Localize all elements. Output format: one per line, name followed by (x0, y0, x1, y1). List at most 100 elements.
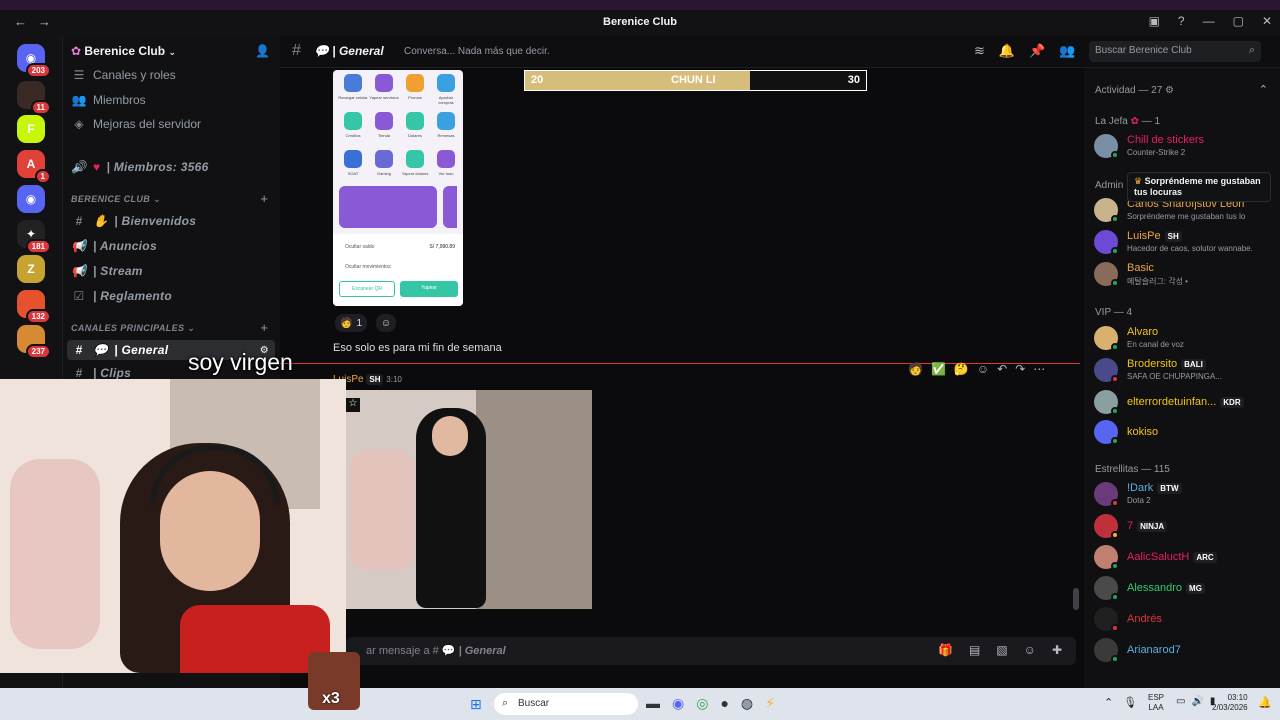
chat-scrollbar[interactable] (1073, 588, 1079, 610)
maximize-button[interactable]: ▢ (1233, 14, 1244, 28)
server-icon-server-8[interactable]: 132 (17, 290, 51, 324)
clock[interactable]: 03:10 2/03/2026 (1212, 693, 1248, 713)
threads-icon[interactable]: ≋ (974, 43, 985, 59)
reaction-emoji-icon[interactable]: 🧑 (908, 362, 923, 376)
hash-icon: # (75, 214, 83, 228)
server-icon-server-6[interactable]: ✦ 181 (17, 220, 51, 254)
channel-stream[interactable]: 📢 | Stream (71, 264, 143, 278)
member-count-channel[interactable]: 🔊 ♥ | Miembros: 3566 (71, 160, 209, 174)
server-icon-discord-home[interactable]: ◉ 203 (17, 44, 51, 78)
apps-icon[interactable]: ✚ (1052, 643, 1062, 657)
gift-icon[interactable]: 🎁 (938, 643, 953, 657)
minimize-button[interactable]: — (1203, 14, 1215, 28)
bell-icon[interactable]: 🔔 (999, 43, 1015, 59)
language-indicator[interactable]: ESP LAA (1148, 693, 1164, 713)
member-item[interactable]: elterrordetuinfan... KDR (1093, 388, 1277, 418)
server-icon-server-3[interactable]: F (17, 115, 45, 143)
app-icon (344, 74, 362, 92)
member-item[interactable]: Brodersito BALI SAFA OE CHUPAPINGA... (1093, 356, 1277, 386)
file-explorer-icon[interactable]: ▬ (646, 695, 660, 712)
member-name-text: Chill de stickers (1127, 134, 1205, 146)
app-icon[interactable]: ⚡ (765, 695, 775, 712)
notification-icon[interactable]: 🔔 (1258, 696, 1272, 709)
channel-reglamento[interactable]: ☑ | Reglamento (71, 289, 172, 303)
message-composer[interactable]: ar mensaje a # 💬 | General 🎁 ▤ ▧ ☺ ✚ (346, 637, 1076, 665)
sidebar-item-members[interactable]: 👥 Miembros (71, 93, 146, 107)
member-item[interactable]: !Dark BTW Dota 2 (1093, 480, 1277, 510)
server-glyph: Z (27, 262, 35, 276)
member-item[interactable]: LuisPe SH Hacedor de caos, solutor wannabe… (1093, 228, 1277, 258)
lang-bottom: LAA (1148, 703, 1164, 712)
member-item[interactable]: Basic 메탈슬러그: 각성 • (1093, 260, 1277, 290)
channel-anuncios[interactable]: 📢 | Anuncios (71, 239, 157, 253)
member-item[interactable]: kokiso (1093, 418, 1277, 448)
reaction-pill[interactable]: 🧑 1 (335, 314, 368, 332)
server-icon-server-9[interactable]: 237 (17, 325, 51, 359)
forward-icon[interactable]: ↷ (1015, 362, 1025, 376)
server-icon-server-2[interactable]: 11 (17, 81, 51, 115)
add-channel-icon[interactable]: + (260, 191, 268, 206)
group-la-jefa: La Jefa ✿ — 1 (1095, 116, 1160, 127)
steam-icon[interactable]: ◍ (741, 695, 753, 712)
member-item[interactable]: Alvaro En canal de voz (1093, 324, 1277, 354)
channel-clips[interactable]: # | Clips (71, 366, 131, 380)
member-item[interactable]: Alessandro MG (1093, 574, 1277, 604)
volume-icon[interactable]: 🔊 (1191, 696, 1203, 707)
emoji-icon[interactable]: ☺ (1024, 643, 1036, 657)
chevron-up-icon[interactable]: ⌃ (1104, 696, 1113, 709)
network-icon[interactable]: ▭ (1176, 696, 1185, 707)
member-item[interactable]: 7 NINJA (1093, 512, 1277, 542)
add-reaction-button[interactable]: ☺ (376, 314, 396, 332)
member-list-icon[interactable]: 👥 (1059, 43, 1075, 59)
search-input[interactable]: Buscar Berenice Club ⌕ (1089, 41, 1261, 62)
sidebar-item-boosts[interactable]: ◈ Mejoras del servidor (71, 117, 201, 131)
sticker-icon[interactable]: ▧ (996, 643, 1007, 657)
more-icon[interactable]: ⋯ (1033, 362, 1045, 376)
server-icon-server-7[interactable]: Z (17, 255, 45, 283)
add-channel-icon[interactable]: + (260, 320, 268, 335)
server-name-header[interactable]: ✿ Berenice Club ⌄ (71, 44, 176, 58)
image-attachment[interactable]: ☆ (346, 390, 592, 609)
composer-placeholder-prefix: ar mensaje a # (366, 645, 439, 657)
member-name-text: LuisPe (1127, 230, 1161, 242)
server-icon-server-5[interactable]: ◉ (17, 185, 45, 213)
sidebar-item-label: Canales y roles (93, 68, 176, 82)
inbox-icon[interactable]: ▣ (1149, 14, 1160, 28)
app-icon (406, 74, 424, 92)
mic-icon[interactable]: 🎙 (1123, 696, 1137, 709)
app-label: Remesas (437, 133, 455, 138)
member-name: Alessandro MG (1127, 582, 1205, 594)
close-button[interactable]: ✕ (1262, 14, 1272, 28)
emote-overlay: x3 (308, 652, 360, 710)
check-emoji-icon[interactable]: ✅ (931, 362, 946, 376)
member-item[interactable]: AalicSaluctH ARC (1093, 543, 1277, 573)
channel-topic[interactable]: Conversa... Nada más que decir. (404, 46, 550, 57)
tray-icons: ▭ 🔊 ▮ (1176, 696, 1215, 707)
windows-start-icon[interactable]: ⊞ (470, 696, 482, 713)
chevron-up-icon[interactable]: ⌃ (1259, 83, 1268, 96)
channel-bienvenidos[interactable]: # ✋ | Bienvenidos (71, 214, 196, 228)
server-icon-server-4[interactable]: A1 (17, 150, 51, 184)
member-item[interactable]: Andrés (1093, 605, 1277, 635)
star-icon[interactable]: ☆ (346, 398, 360, 412)
taskbar-search-input[interactable]: ⌕ Buscar (494, 693, 638, 715)
reply-icon[interactable]: ↶ (997, 362, 1007, 376)
discord-icon[interactable]: ◉ (672, 695, 684, 712)
thinking-emoji-icon[interactable]: 🤔 (954, 362, 969, 376)
add-reaction-icon[interactable]: ☺ (977, 362, 989, 376)
category-canales-principales[interactable]: CANALES PRINCIPALES ⌄ (71, 323, 195, 334)
sidebar-item-channels-roles[interactable]: ☰ Canales y roles (71, 68, 176, 82)
browser-tab-strip[interactable] (0, 0, 1280, 10)
gear-icon[interactable]: ⚙ (1165, 85, 1174, 96)
member-item[interactable]: Arianarod7 (1093, 636, 1277, 666)
member-status: 메탈슬러그: 각성 • (1127, 277, 1188, 286)
chrome-icon[interactable]: ◎ (696, 695, 708, 712)
pin-icon[interactable]: 📌 (1029, 43, 1045, 59)
gif-icon[interactable]: ▤ (969, 643, 980, 657)
member-item[interactable]: Chill de stickers Counter-Strike 2 (1093, 132, 1277, 162)
help-icon[interactable]: ? (1178, 14, 1185, 28)
category-berenice-club[interactable]: BERENICE CLUB ⌄ (71, 194, 161, 205)
add-member-icon[interactable]: 👤 (255, 44, 270, 58)
obs-icon[interactable]: ● (720, 695, 728, 712)
phone-screenshot-attachment[interactable]: Recargar celular Yapear servicios Promos Ap… (333, 70, 463, 306)
